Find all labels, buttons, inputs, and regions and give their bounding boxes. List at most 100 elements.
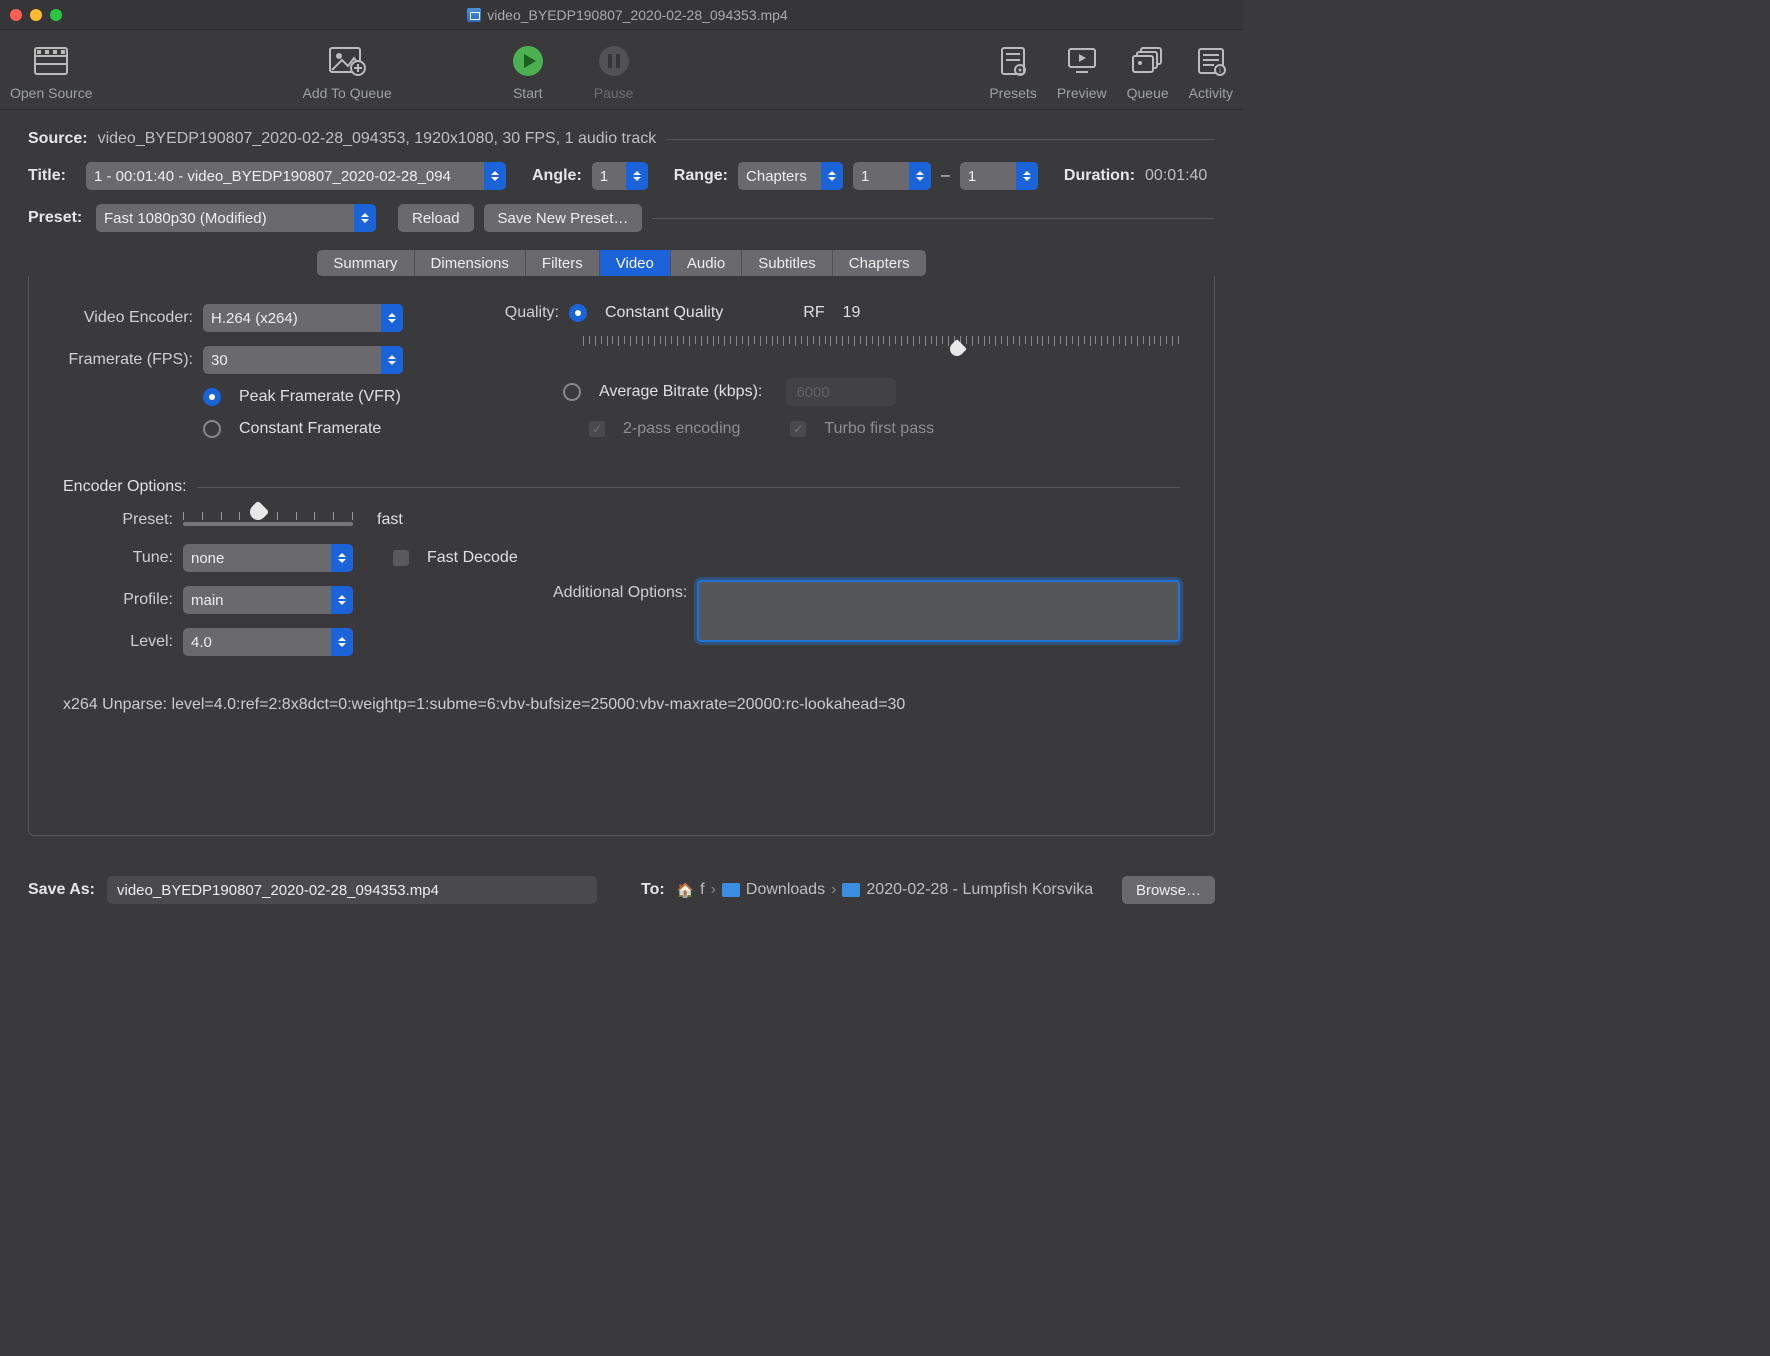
turbo-checkbox xyxy=(790,421,806,437)
browse-button[interactable]: Browse… xyxy=(1122,876,1215,904)
activity-icon: i xyxy=(1196,43,1226,79)
constant-quality-radio[interactable] xyxy=(569,304,587,322)
preset-select[interactable]: Fast 1080p30 (Modified) xyxy=(96,204,376,232)
tab-summary[interactable]: Summary xyxy=(317,250,414,276)
save-bar: Save As: video_BYEDP190807_2020-02-28_09… xyxy=(0,876,1243,904)
fast-decode-label: Fast Decode xyxy=(427,549,518,567)
picture-plus-icon xyxy=(328,43,366,79)
tab-audio[interactable]: Audio xyxy=(671,250,742,276)
rf-slider[interactable] xyxy=(583,336,1180,360)
divider xyxy=(652,218,1215,219)
minimize-icon[interactable] xyxy=(30,9,42,21)
constant-quality-label: Constant Quality xyxy=(605,304,723,322)
peak-framerate-label: Peak Framerate (VFR) xyxy=(239,388,401,406)
encoder-select[interactable]: H.264 (x264) xyxy=(203,304,403,332)
average-bitrate-label: Average Bitrate (kbps): xyxy=(599,383,762,401)
level-label: Level: xyxy=(63,633,173,651)
tab-dimensions[interactable]: Dimensions xyxy=(415,250,526,276)
folder-icon xyxy=(842,883,860,897)
preview-button[interactable]: Preview xyxy=(1057,43,1107,101)
content: Source: video_BYEDP190807_2020-02-28_094… xyxy=(0,110,1243,856)
path-0[interactable]: f xyxy=(700,881,704,899)
svg-text:i: i xyxy=(1219,66,1221,75)
angle-select[interactable]: 1 xyxy=(592,162,648,190)
range-type-select[interactable]: Chapters xyxy=(738,162,843,190)
queue-button[interactable]: Queue xyxy=(1127,43,1169,101)
start-label: Start xyxy=(513,85,543,101)
presets-icon xyxy=(998,43,1028,79)
tab-subtitles[interactable]: Subtitles xyxy=(742,250,833,276)
save-as-filename: video_BYEDP190807_2020-02-28_094353.mp4 xyxy=(117,882,439,899)
add-opts-label: Additional Options: xyxy=(553,580,687,670)
profile-label: Profile: xyxy=(63,591,173,609)
add-opts-field[interactable] xyxy=(697,580,1180,642)
average-bitrate-radio[interactable] xyxy=(563,383,581,401)
tune-label: Tune: xyxy=(63,549,173,567)
window-controls xyxy=(10,9,62,21)
range-to-select[interactable]: 1 xyxy=(960,162,1038,190)
reload-button[interactable]: Reload xyxy=(398,204,474,232)
range-from: 1 xyxy=(861,168,869,185)
preset-label: Preset: xyxy=(28,209,86,227)
pause-label: Pause xyxy=(594,85,634,101)
window-title-text: video_BYEDP190807_2020-02-28_094353.mp4 xyxy=(487,7,787,23)
constant-framerate-radio[interactable] xyxy=(203,420,221,438)
tab-video[interactable]: Video xyxy=(600,250,671,276)
open-source-label: Open Source xyxy=(10,85,93,101)
preset-value: Fast 1080p30 (Modified) xyxy=(104,210,267,227)
chevron-right-icon: › xyxy=(831,881,836,899)
save-as-label: Save As: xyxy=(28,881,95,899)
encoder-options-label: Encoder Options: xyxy=(63,478,187,496)
enc-preset-slider[interactable] xyxy=(183,510,353,530)
breadcrumb: 🏠 f › Downloads › 2020-02-28 - Lumpfish … xyxy=(677,881,1093,899)
tab-chapters[interactable]: Chapters xyxy=(833,250,926,276)
title-select[interactable]: 1 - 00:01:40 - video_BYEDP190807_2020-02… xyxy=(86,162,506,190)
fps-value: 30 xyxy=(211,352,228,369)
fps-select[interactable]: 30 xyxy=(203,346,403,374)
open-source-button[interactable]: Open Source xyxy=(10,43,93,101)
save-new-preset-button[interactable]: Save New Preset… xyxy=(484,204,643,232)
two-pass-label: 2-pass encoding xyxy=(623,420,740,438)
start-button[interactable]: Start xyxy=(512,43,544,101)
duration-value: 00:01:40 xyxy=(1145,167,1207,185)
home-icon[interactable]: 🏠 xyxy=(677,882,694,899)
level-select[interactable]: 4.0 xyxy=(183,628,353,656)
rf-label: RF xyxy=(803,304,824,322)
preview-label: Preview xyxy=(1057,85,1107,101)
window-title: video_BYEDP190807_2020-02-28_094353.mp4 xyxy=(82,7,1173,23)
add-to-queue-label: Add To Queue xyxy=(303,85,392,101)
play-icon xyxy=(512,43,544,79)
preview-icon xyxy=(1066,43,1098,79)
tab-filters[interactable]: Filters xyxy=(526,250,600,276)
profile-value: main xyxy=(191,592,224,609)
peak-framerate-radio[interactable] xyxy=(203,388,221,406)
source-value: video_BYEDP190807_2020-02-28_094353, 192… xyxy=(98,130,657,148)
path-1[interactable]: Downloads xyxy=(746,881,825,899)
unparse-text: x264 Unparse: level=4.0:ref=2:8x8dct=0:w… xyxy=(63,696,1180,714)
activity-button[interactable]: i Activity xyxy=(1189,43,1233,101)
fps-label: Framerate (FPS): xyxy=(63,351,193,369)
quality-label: Quality: xyxy=(503,304,559,322)
film-icon xyxy=(33,43,69,79)
two-pass-checkbox xyxy=(589,421,605,437)
add-to-queue-button[interactable]: Add To Queue xyxy=(303,43,392,101)
zoom-icon[interactable] xyxy=(50,9,62,21)
profile-select[interactable]: main xyxy=(183,586,353,614)
presets-button[interactable]: Presets xyxy=(989,43,1036,101)
range-from-select[interactable]: 1 xyxy=(853,162,931,190)
path-2[interactable]: 2020-02-28 - Lumpfish Korsvika xyxy=(866,881,1093,899)
enc-preset-label: Preset: xyxy=(63,511,173,529)
video-panel: Video Encoder: H.264 (x264) Framerate (F… xyxy=(28,276,1215,836)
bitrate-field: 6000 xyxy=(786,378,896,406)
divider xyxy=(666,139,1215,140)
duration-label: Duration: xyxy=(1064,167,1135,185)
tune-select[interactable]: none xyxy=(183,544,353,572)
queue-label: Queue xyxy=(1127,85,1169,101)
constant-framerate-label: Constant Framerate xyxy=(239,420,381,438)
presets-label: Presets xyxy=(989,85,1036,101)
save-as-field[interactable]: video_BYEDP190807_2020-02-28_094353.mp4 xyxy=(107,876,597,904)
activity-label: Activity xyxy=(1189,85,1233,101)
close-icon[interactable] xyxy=(10,9,22,21)
fast-decode-checkbox[interactable] xyxy=(393,550,409,566)
encoder-value: H.264 (x264) xyxy=(211,310,298,327)
